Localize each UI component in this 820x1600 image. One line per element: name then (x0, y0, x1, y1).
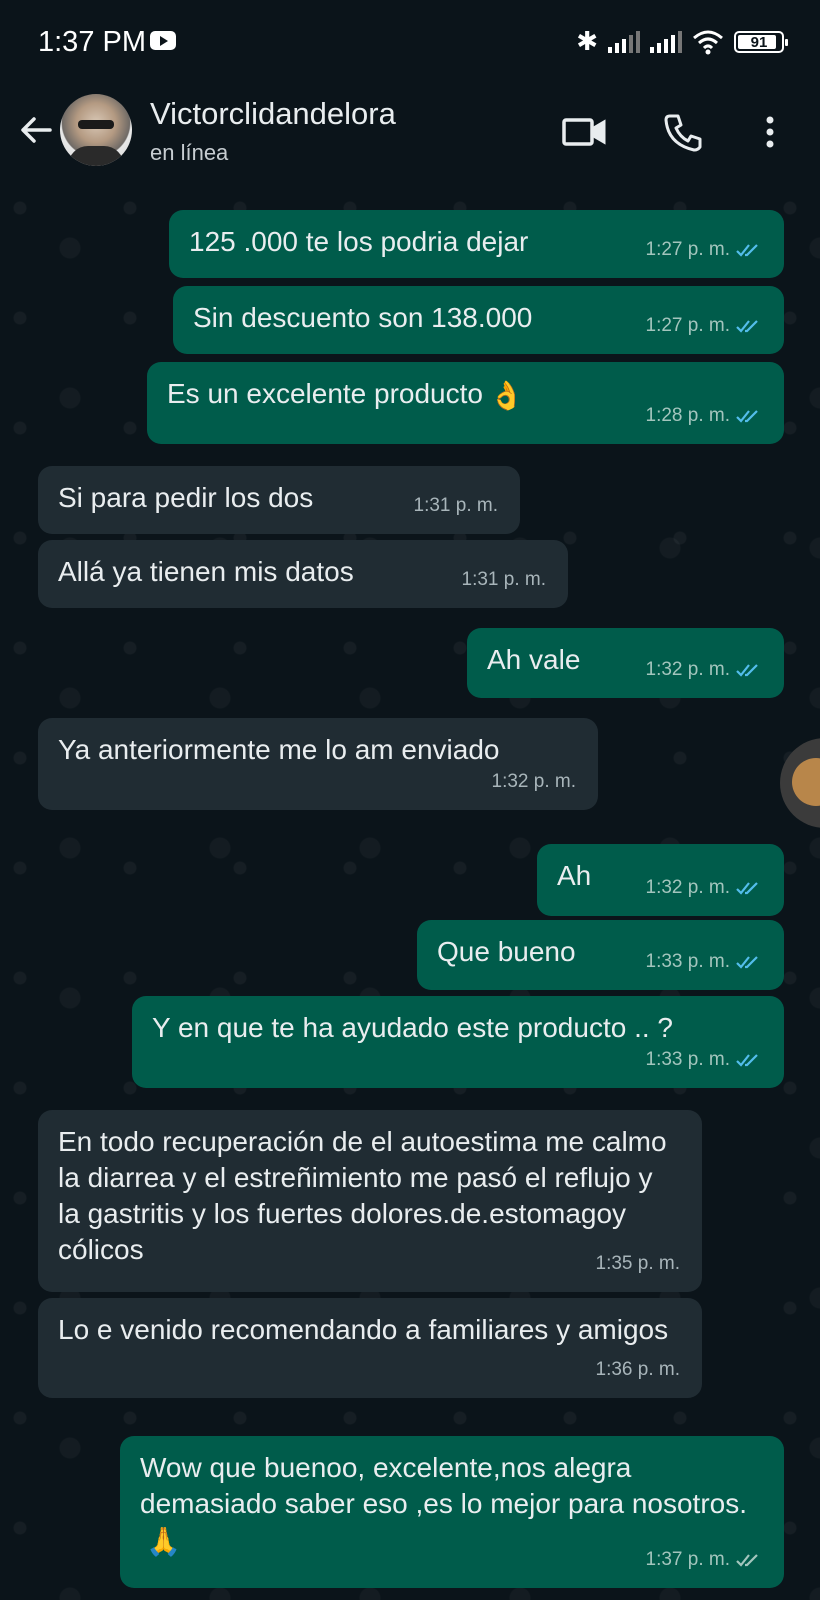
chat-area[interactable]: 125 .000 te los podria dejar 1:27 p. m. … (0, 188, 820, 1600)
message-outgoing[interactable]: Que bueno 1:33 p. m. (417, 920, 784, 990)
message-outgoing[interactable]: Ah vale 1:32 p. m. (467, 628, 784, 698)
message-meta: 1:27 p. m. (646, 232, 763, 268)
battery-level: 91 (750, 33, 768, 51)
read-ticks-icon (736, 320, 758, 333)
message-meta: 1:32 p. m. (646, 652, 763, 688)
read-ticks-icon (736, 1054, 758, 1067)
message-time: 1:31 p. m. (413, 495, 499, 516)
back-arrow-icon (21, 117, 52, 143)
video-call-button[interactable] (560, 108, 608, 156)
read-ticks-icon (736, 956, 758, 969)
message-time: 1:32 p. m. (491, 771, 577, 792)
message-incoming[interactable]: Si para pedir los dos 1:31 p. m. (38, 466, 520, 534)
message-time: 1:36 p. m. (595, 1359, 681, 1380)
contact-status: en línea (150, 140, 229, 165)
message-incoming[interactable]: Lo e venido recomendando a familiares y … (38, 1298, 702, 1398)
message-incoming[interactable]: En todo recuperación de el autoestima me… (38, 1110, 702, 1292)
message-meta: 1:33 p. m. (646, 944, 763, 980)
message-text: Ya anteriormente me lo am enviado (58, 734, 500, 765)
message-text: En todo recuperación de el autoestima me… (58, 1126, 667, 1265)
avatar[interactable] (60, 94, 132, 166)
more-options-button[interactable] (750, 108, 790, 156)
message-outgoing[interactable]: Es un excelente producto 👌 1:28 p. m. (147, 362, 784, 444)
read-ticks-icon (736, 244, 758, 257)
message-outgoing[interactable]: Ah 1:32 p. m. (537, 844, 784, 916)
more-vertical-icon (766, 116, 774, 148)
message-meta: 1:31 p. m. (462, 562, 547, 598)
floating-action-icon (792, 758, 820, 806)
ok-hand-emoji-icon: 👌 (488, 379, 524, 411)
message-incoming[interactable]: Allá ya tienen mis datos 1:31 p. m. (38, 540, 568, 608)
contact-name[interactable]: Victorclidandelora (150, 96, 396, 132)
message-meta: 1:31 p. m. (414, 488, 499, 524)
bluetooth-icon: ✱ (576, 27, 598, 57)
message-incoming[interactable]: Ya anteriormente me lo am enviado 1:32 p… (38, 718, 598, 810)
message-outgoing[interactable]: Wow que buenoo, excelente,nos alegra dem… (120, 1436, 784, 1588)
message-time: 1:32 p. m. (645, 659, 731, 680)
message-time: 1:35 p. m. (595, 1253, 681, 1274)
signal-icon (608, 31, 640, 53)
wifi-icon (692, 29, 724, 55)
status-icons: ✱ 91 (576, 26, 788, 58)
message-meta: 1:27 p. m. (646, 308, 763, 344)
message-time: 1:28 p. m. (645, 405, 731, 426)
video-call-icon (562, 118, 606, 146)
chat-header: Victorclidandelora en línea (0, 84, 820, 188)
read-ticks-icon (736, 664, 758, 677)
read-ticks-icon (736, 410, 758, 423)
message-meta: 1:28 p. m. (646, 398, 763, 434)
message-time: 1:33 p. m. (645, 1049, 731, 1070)
message-text: Y en que te ha ayudado este producto .. … (152, 1012, 673, 1043)
message-outgoing[interactable]: Y en que te ha ayudado este producto .. … (132, 996, 784, 1088)
message-text: Lo e venido recomendando a familiares y … (58, 1314, 669, 1345)
signal-icon (650, 31, 682, 53)
back-button[interactable] (16, 110, 56, 150)
message-outgoing[interactable]: 125 .000 te los podria dejar 1:27 p. m. (169, 210, 784, 278)
battery-icon: 91 (734, 31, 788, 53)
voice-call-button[interactable] (660, 108, 708, 156)
message-meta: 1:33 p. m. (646, 1042, 763, 1078)
message-outgoing[interactable]: Sin descuento son 138.000 1:27 p. m. (173, 286, 784, 354)
read-ticks-icon (736, 882, 758, 895)
message-meta: 1:35 p. m. (596, 1246, 681, 1282)
youtube-icon (150, 31, 176, 50)
message-time: 1:37 p. m. (645, 1549, 731, 1570)
message-time: 1:31 p. m. (461, 569, 547, 590)
message-time: 1:27 p. m. (645, 239, 731, 260)
message-meta: 1:32 p. m. (646, 870, 763, 906)
message-time: 1:33 p. m. (645, 951, 731, 972)
praying-hands-emoji-icon: 🙏 (146, 1525, 181, 1557)
status-bar: 1:37 PM ✱ 91 (0, 0, 820, 84)
message-meta: 1:37 p. m. (646, 1542, 763, 1578)
delivered-ticks-icon (736, 1554, 758, 1567)
message-time: 1:32 p. m. (645, 877, 731, 898)
status-time: 1:37 PM (38, 26, 146, 58)
message-time: 1:27 p. m. (645, 315, 731, 336)
message-meta: 1:36 p. m. (596, 1352, 681, 1388)
message-meta: 1:32 p. m. (492, 764, 577, 800)
phone-icon (664, 114, 702, 152)
floating-action-handle[interactable] (780, 738, 820, 828)
